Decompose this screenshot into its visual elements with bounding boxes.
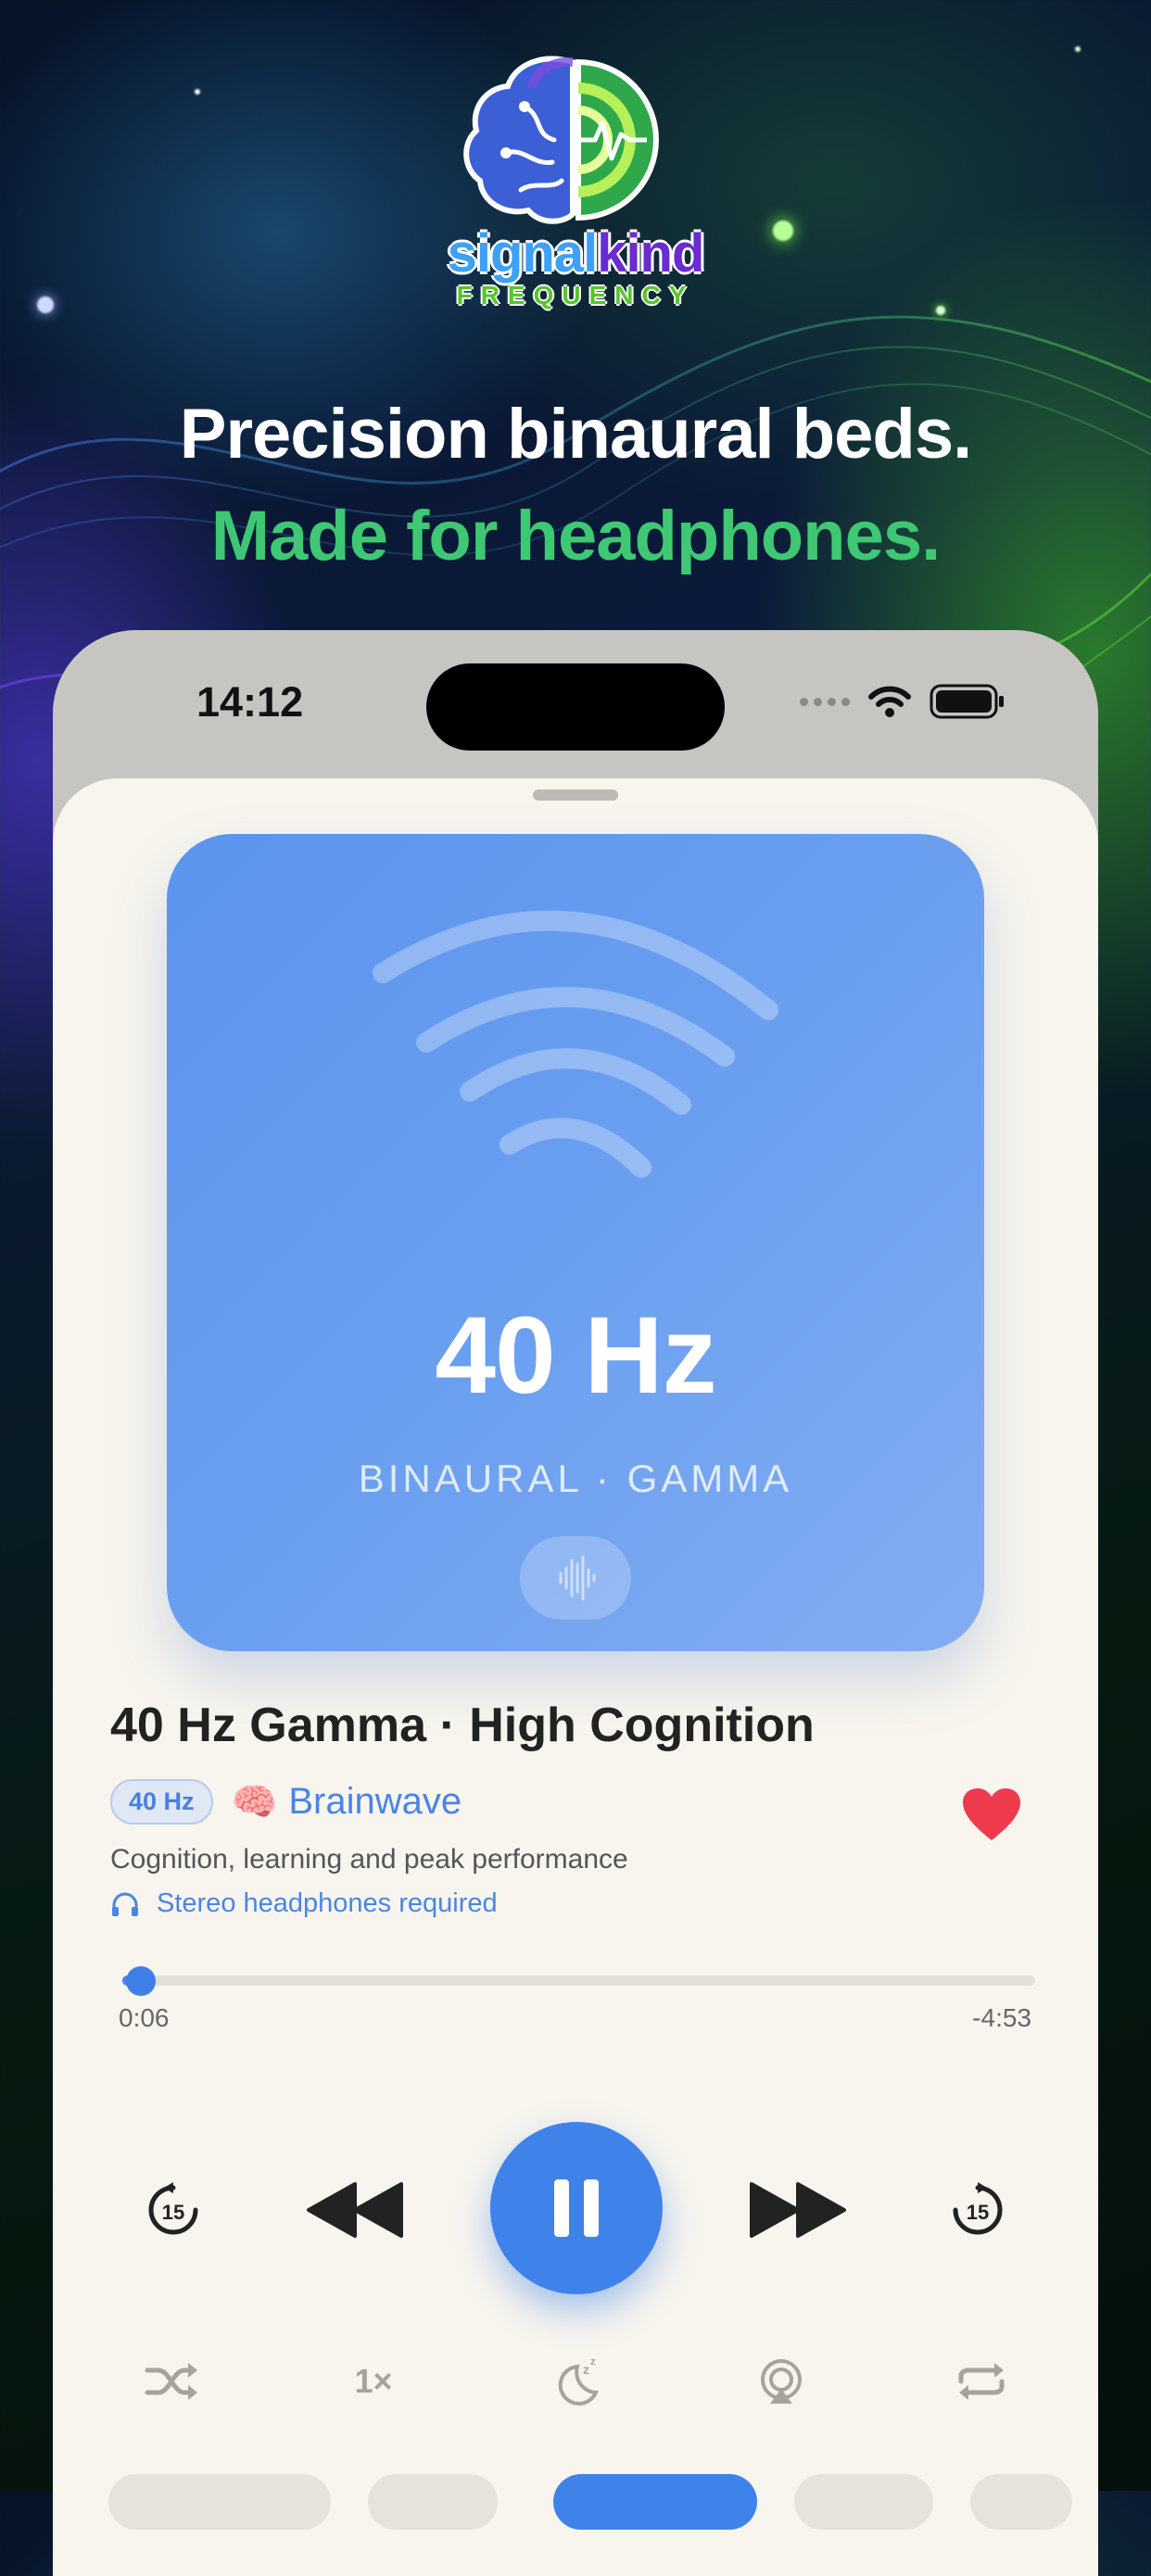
brain-signal-icon [463,56,659,224]
shuffle-button[interactable] [134,2344,209,2418]
artwork-subtitle: BINAURAL · GAMMA [358,1457,793,1500]
brand-logo: signalkind FREQUENCY [432,51,719,320]
glow-dot [37,297,54,313]
hz-badge: 40 Hz [110,1779,213,1825]
previous-button[interactable] [305,2164,407,2256]
status-time: 14:12 [196,678,304,726]
brand-name: signalkind [432,222,719,284]
skip-forward-15-icon: 15 [953,2182,1003,2235]
elapsed-time: 0:06 [119,2003,170,2032]
pause-icon [554,2179,599,2237]
brain-icon: 🧠 [231,1782,278,1823]
favorite-heart-icon[interactable] [961,1787,1022,1842]
remaining-time: -4:53 [972,2003,1031,2032]
requirement-label: Stereo headphones required [157,1888,498,1918]
headline-line2: Made for headphones. [210,497,942,575]
pill-tab[interactable] [368,2474,498,2530]
artwork-frequency: 40 Hz [435,1294,716,1417]
pause-button[interactable] [490,2122,663,2294]
skip-forward-label: 15 [967,2201,989,2224]
waveform-icon [559,1555,596,1601]
glow-dot [1075,46,1081,52]
category-link[interactable]: 🧠 Brainwave [232,1780,462,1824]
fast-forward-icon [750,2182,846,2238]
headline-line1: Precision binaural beds. [179,395,973,474]
airplay-icon [761,2359,802,2404]
pill-tab[interactable] [794,2474,933,2530]
status-icons [800,684,1006,719]
svg-text:z: z [583,2362,589,2377]
battery-icon [930,684,1004,719]
glow-dot [773,221,793,241]
track-description: Cognition, learning and peak performance [110,1844,628,1875]
progress-knob[interactable] [125,1966,156,1996]
pill-tab[interactable] [108,2474,331,2530]
skip-back-label: 15 [162,2201,184,2224]
secondary-controls: 1× z z [53,2344,1098,2418]
bottom-tab-pills [53,2474,1098,2530]
headphones-requirement: Stereo headphones required [110,1888,498,1919]
track-artwork: 40 Hz BINAURAL · GAMMA [167,834,984,1651]
sheet-grabber[interactable] [533,789,618,801]
pill-tab[interactable] [970,2474,1072,2530]
player-sheet: 40 Hz BINAURAL · GAMMA 40 Hz Gamma · Hig… [53,778,1098,2576]
cellular-signal-icon [800,697,850,706]
transport-controls: 15 15 [53,2122,1098,2298]
skip-back-15-button[interactable]: 15 [136,2173,210,2247]
shuffle-icon [145,2363,197,2400]
category-label: Brainwave [288,1781,462,1822]
brand-name-part2: kind [597,223,704,284]
brand-name-part1: signal [447,223,599,284]
sleep-timer-button[interactable]: z z [540,2344,614,2418]
wifi-icon [868,686,911,717]
progress-slider[interactable] [122,1966,1035,1996]
glow-dot [936,306,945,315]
next-button[interactable] [746,2164,848,2256]
sleep-moon-icon: z z [558,2356,600,2406]
waveform-chip[interactable] [520,1536,631,1620]
track-title: 40 Hz Gamma · High Cognition [110,1698,815,1752]
phone-mockup: 14:12 40 Hz BINAURAL · GAMMA 40 Hz Gamma… [53,630,1098,2576]
brand-subtitle: FREQUENCY [456,281,695,309]
dynamic-island [426,663,725,751]
rewind-icon [307,2182,403,2238]
pill-tab-active[interactable] [553,2474,757,2530]
headphones-icon [112,1892,138,1916]
playback-speed-button[interactable]: 1× [336,2344,411,2418]
svg-text:z: z [590,2356,596,2368]
track-meta: 40 Hz 🧠 Brainwave [110,1779,462,1825]
wave-arcs-icon [373,910,778,1178]
skip-back-15-icon: 15 [148,2182,198,2235]
repeat-button[interactable] [944,2344,1018,2418]
glow-dot [195,89,200,95]
airplay-button[interactable] [744,2344,818,2418]
repeat-icon [958,2363,1005,2400]
skip-forward-15-button[interactable]: 15 [941,2173,1015,2247]
